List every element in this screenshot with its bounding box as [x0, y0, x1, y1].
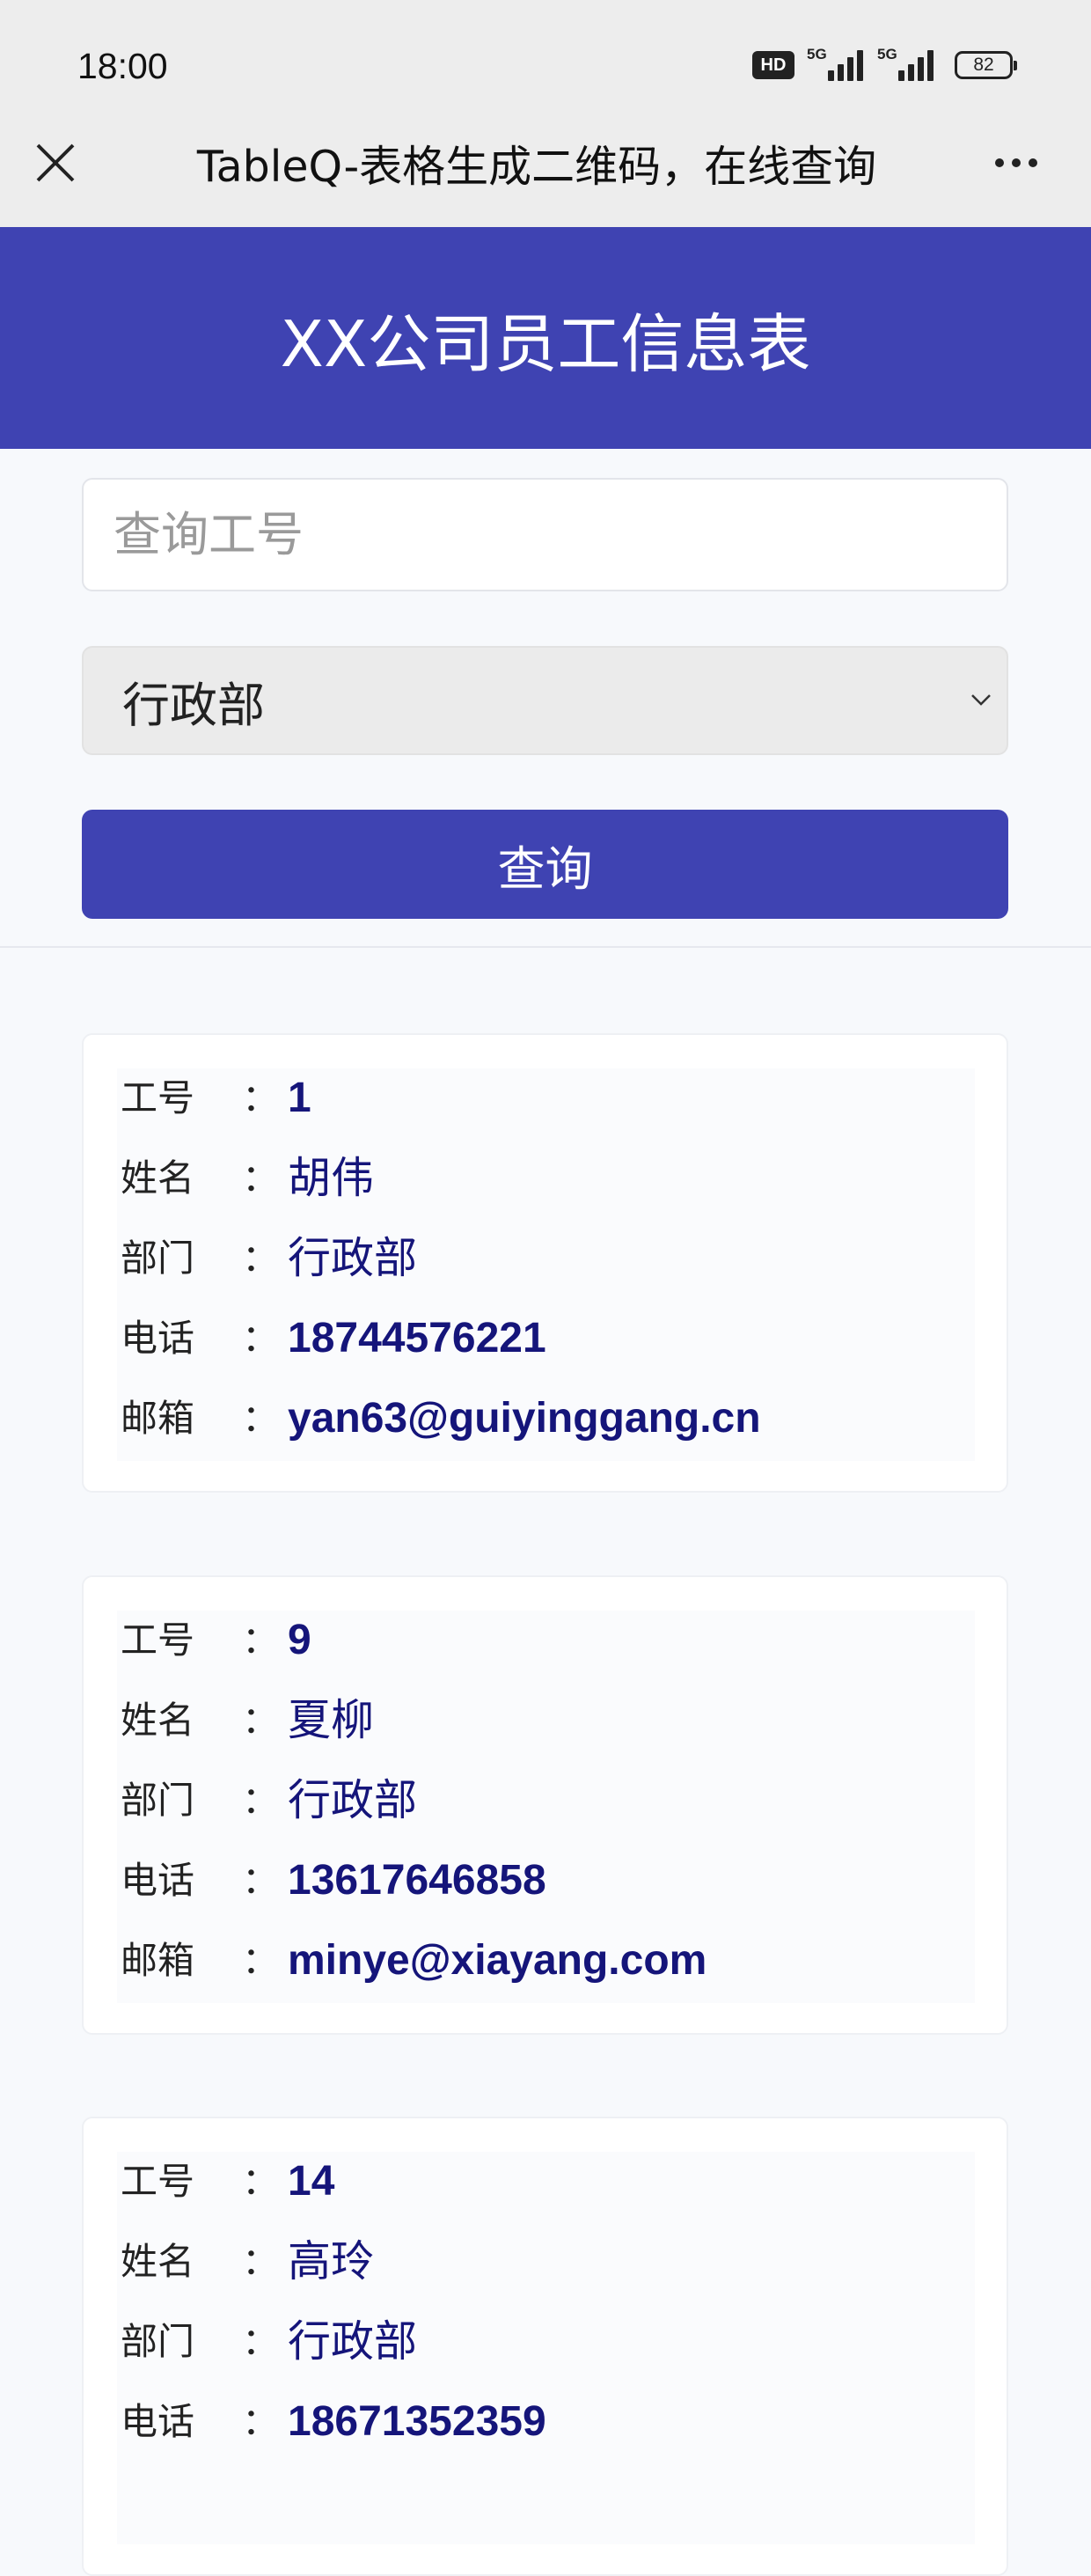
- employee-card-body: 工号 ： 1 姓名 ： 胡伟 部门 ： 行政部 电话 ： 18744576221…: [117, 1068, 975, 1461]
- field-row-dept: 部门 ： 行政部: [117, 1765, 975, 1836]
- field-separator: ：: [242, 1699, 280, 1742]
- field-row-id: 工号 ： 14: [117, 2147, 975, 2217]
- query-button[interactable]: 查询: [82, 810, 1008, 919]
- field-label-id: 工号: [121, 2160, 195, 2203]
- employee-id: 9: [288, 1617, 311, 1663]
- employee-card: 工号 ： 1 姓名 ： 胡伟 部门 ： 行政部 电话 ： 18744576221…: [82, 1033, 1008, 1493]
- field-separator: ：: [242, 1317, 280, 1360]
- field-row-phone: 电话 ： 18744576221: [117, 1303, 975, 1374]
- close-icon: [36, 143, 75, 182]
- field-separator: ：: [242, 1397, 280, 1440]
- field-separator: ：: [242, 2240, 280, 2283]
- field-separator: ：: [242, 1076, 280, 1119]
- field-label-phone: 电话: [121, 1859, 195, 1902]
- field-row-id: 工号 ： 9: [117, 1605, 975, 1676]
- field-row-name: 姓名 ： 夏柳: [117, 1685, 975, 1756]
- employee-phone: 18744576221: [288, 1315, 546, 1361]
- field-label-name: 姓名: [121, 1156, 195, 1200]
- more-dots-icon: [995, 158, 1004, 167]
- field-label-name: 姓名: [121, 1699, 195, 1742]
- employee-id: 14: [288, 2158, 335, 2205]
- employee-email: yan63@guiyinggang.cn: [288, 1395, 761, 1442]
- field-row-email: 邮箱 ： yan63@guiyinggang.cn: [117, 1383, 975, 1454]
- field-row-name: 姓名 ： 胡伟: [117, 1143, 975, 1214]
- close-button[interactable]: [25, 132, 86, 194]
- field-row-phone: 电话 ： 18671352359: [117, 2387, 975, 2457]
- field-row-dept: 部门 ： 行政部: [117, 1223, 975, 1294]
- employee-phone: 13617646858: [288, 1857, 546, 1904]
- employee-card-body: 工号 ： 9 姓名 ： 夏柳 部门 ： 行政部 电话 ： 13617646858…: [117, 1611, 975, 2003]
- nav-title: TableQ-表格生成二维码，在线查询: [196, 141, 877, 192]
- department-select[interactable]: 行政部: [82, 646, 1008, 755]
- department-select-value: 行政部: [122, 677, 265, 733]
- employee-dept: 行政部: [288, 2316, 418, 2367]
- field-label-phone: 电话: [121, 1317, 195, 1360]
- employee-name: 高玲: [288, 2236, 375, 2286]
- field-row-id: 工号 ： 1: [117, 1063, 975, 1134]
- field-row-name: 姓名 ： 高玲: [117, 2227, 975, 2297]
- employee-id-search-input[interactable]: [82, 478, 1008, 591]
- employee-name: 夏柳: [288, 1695, 375, 1745]
- field-separator: ：: [242, 2160, 280, 2203]
- field-row-dept: 部门 ： 行政部: [117, 2307, 975, 2377]
- employee-card: 工号 ： 14 姓名 ： 高玲 部门 ： 行政部 电话 ： 1867135235…: [82, 2117, 1008, 2576]
- field-separator: ：: [242, 1156, 280, 1200]
- field-label-dept: 部门: [121, 2320, 195, 2363]
- field-label-email: 邮箱: [121, 1939, 195, 1982]
- chevron-down-icon: [971, 694, 991, 706]
- field-label-phone: 电话: [121, 2400, 195, 2443]
- field-separator: ：: [242, 1939, 280, 1982]
- field-separator: ：: [242, 1618, 280, 1662]
- field-separator: ：: [242, 1859, 280, 1902]
- more-options-button[interactable]: [985, 132, 1047, 194]
- field-separator: ：: [242, 1779, 280, 1822]
- employee-dept: 行政部: [288, 1775, 418, 1825]
- field-separator: ：: [242, 2400, 280, 2443]
- field-separator: ：: [242, 2320, 280, 2363]
- page-header: XX公司员工信息表: [0, 227, 1091, 449]
- field-row-email: 邮箱 ： minye@xiayang.com: [117, 1926, 975, 1996]
- employee-name: 胡伟: [288, 1153, 375, 1203]
- system-icons: HD 5G 5G 82: [752, 44, 1017, 86]
- field-separator: ：: [242, 1237, 280, 1280]
- field-row-phone: 电话 ： 13617646858: [117, 1846, 975, 1916]
- employee-card-body: 工号 ： 14 姓名 ： 高玲 部门 ： 行政部 电话 ： 1867135235…: [117, 2152, 975, 2544]
- employee-email: minye@xiayang.com: [288, 1937, 707, 1984]
- employee-id: 1: [288, 1075, 311, 1121]
- field-label-id: 工号: [121, 1076, 195, 1119]
- field-label-dept: 部门: [121, 1237, 195, 1280]
- page-title: XX公司员工信息表: [280, 306, 811, 381]
- signal-5g-icon-2: 5G: [877, 46, 935, 84]
- status-time: 18:00: [77, 46, 168, 86]
- field-label-name: 姓名: [121, 2240, 195, 2283]
- field-label-id: 工号: [121, 1618, 195, 1662]
- signal-5g-icon: 5G: [807, 46, 865, 84]
- divider: [0, 946, 1091, 948]
- employee-dept: 行政部: [288, 1233, 418, 1283]
- employee-card: 工号 ： 9 姓名 ： 夏柳 部门 ： 行政部 电话 ： 13617646858…: [82, 1575, 1008, 2035]
- status-bar: 18:00 HD 5G 5G 82 TableQ-表格生成二维码，在线查询: [0, 0, 1091, 227]
- battery-icon: 82: [955, 51, 1017, 79]
- field-label-email: 邮箱: [121, 1397, 195, 1440]
- employee-phone: 18671352359: [288, 2398, 546, 2445]
- field-label-dept: 部门: [121, 1779, 195, 1822]
- hd-voice-icon: HD: [752, 51, 794, 79]
